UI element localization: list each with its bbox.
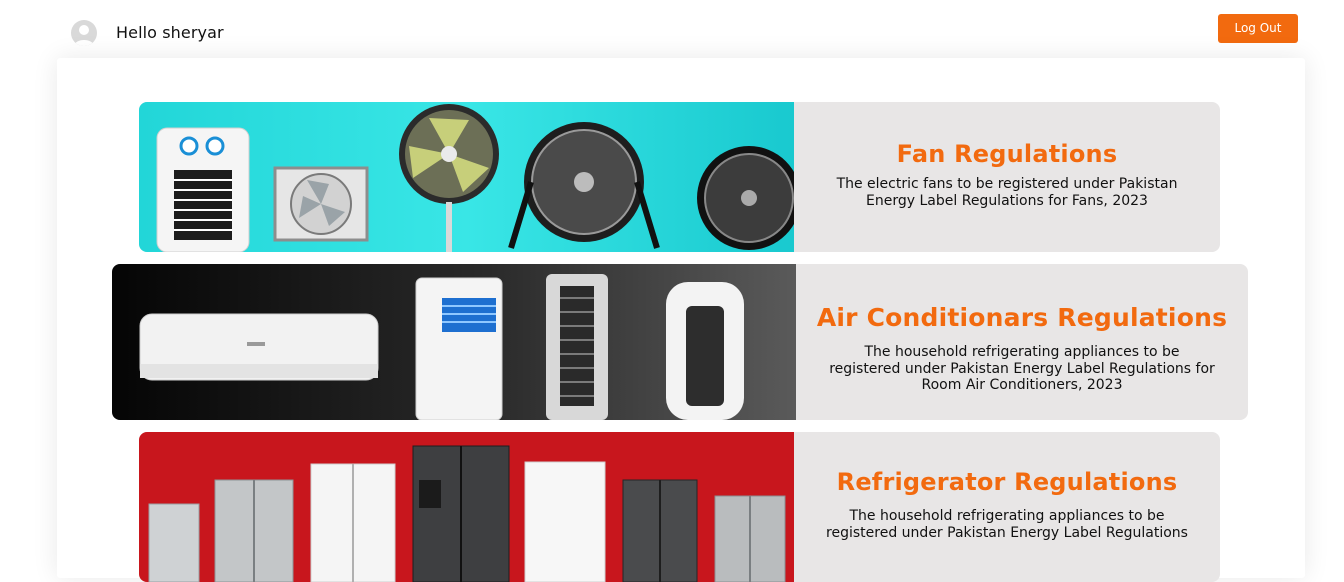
logout-button[interactable]: Log Out [1218, 14, 1298, 43]
fan-regulations-card[interactable]: Fan Regulations The electric fans to be … [139, 102, 1220, 252]
air-conditioners-regulations-description: The household refrigerating appliances t… [829, 344, 1215, 393]
fan-regulations-title[interactable]: Fan Regulations [794, 140, 1220, 168]
greeting-text: Hello sheryar [116, 23, 224, 42]
refrigerators-banner-icon [139, 432, 794, 582]
top-bar: Hello sheryar Log Out [0, 0, 1344, 60]
fans-banner-icon [139, 102, 801, 252]
avatar-icon[interactable] [71, 20, 97, 46]
air-conditioners-regulations-title[interactable]: Air Conditionars Regulations [796, 303, 1248, 332]
air-conditioners-banner-icon [112, 264, 796, 420]
refrigerator-regulations-info: Refrigerator Regulations The household r… [794, 432, 1220, 582]
fan-regulations-description: The electric fans to be registered under… [836, 176, 1178, 209]
air-conditioners-regulations-card[interactable]: Air Conditionars Regulations The househo… [112, 264, 1248, 420]
refrigerator-regulations-card[interactable]: Refrigerator Regulations The household r… [139, 432, 1220, 582]
air-conditioners-regulations-info: Air Conditionars Regulations The househo… [796, 264, 1248, 420]
refrigerator-regulations-title[interactable]: Refrigerator Regulations [794, 468, 1220, 496]
fan-regulations-info: Fan Regulations The electric fans to be … [794, 102, 1220, 252]
refrigerator-regulations-description: The household refrigerating appliances t… [826, 508, 1188, 541]
